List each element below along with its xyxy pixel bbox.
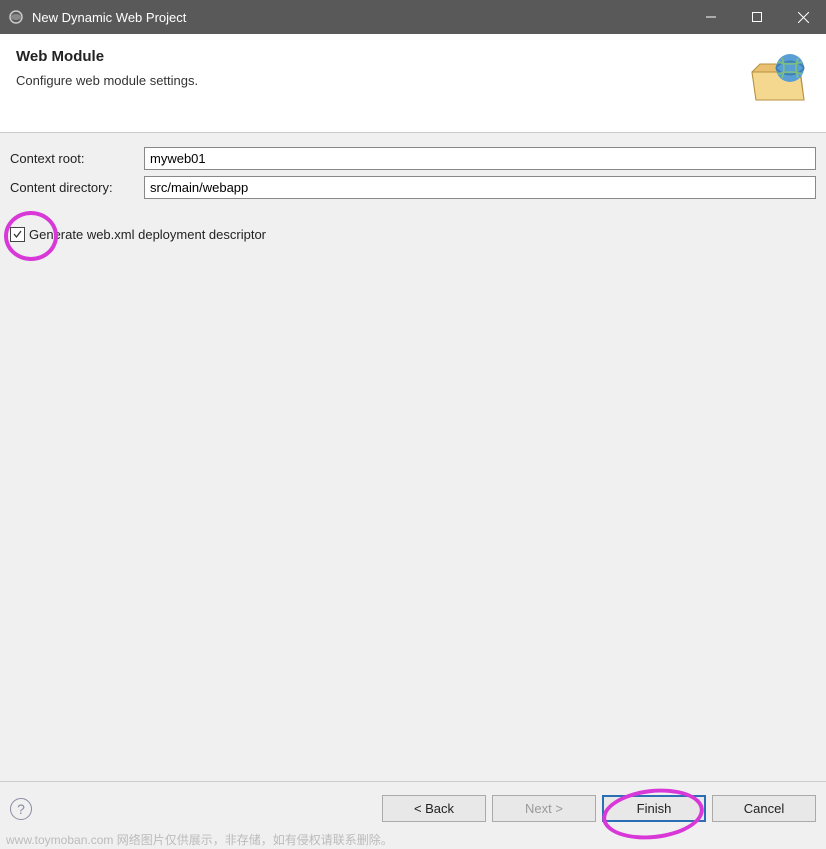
context-root-label: Context root: xyxy=(10,151,144,166)
back-button[interactable]: < Back xyxy=(382,795,486,822)
context-root-input[interactable] xyxy=(144,147,816,170)
window-title: New Dynamic Web Project xyxy=(32,10,688,25)
close-button[interactable] xyxy=(780,0,826,34)
watermark-text: www.toymoban.com 网络图片仅供展示，非存储，如有侵权请联系删除。 xyxy=(6,831,393,848)
titlebar: New Dynamic Web Project xyxy=(0,0,826,34)
finish-button[interactable]: Finish xyxy=(602,795,706,822)
generate-webxml-checkbox[interactable] xyxy=(10,227,25,242)
content-directory-input[interactable] xyxy=(144,176,816,199)
maximize-button[interactable] xyxy=(734,0,780,34)
content-directory-row: Content directory: xyxy=(10,176,816,199)
help-icon[interactable]: ? xyxy=(10,798,32,820)
header-text: Web Module Configure web module settings… xyxy=(16,48,198,88)
content-directory-label: Content directory: xyxy=(10,180,144,195)
generate-webxml-label: Generate web.xml deployment descriptor xyxy=(29,227,266,242)
context-root-row: Context root: xyxy=(10,147,816,170)
cancel-button[interactable]: Cancel xyxy=(712,795,816,822)
next-button: Next > xyxy=(492,795,596,822)
minimize-button[interactable] xyxy=(688,0,734,34)
page-description: Configure web module settings. xyxy=(16,73,198,88)
wizard-header: Web Module Configure web module settings… xyxy=(0,34,826,133)
web-folder-icon xyxy=(746,48,810,112)
page-title: Web Module xyxy=(16,48,198,65)
button-bar: ? < Back Next > Finish Cancel xyxy=(0,781,826,835)
window-controls xyxy=(688,0,826,34)
eclipse-icon xyxy=(8,9,24,25)
form-area: Context root: Content directory: Generat… xyxy=(0,133,826,256)
generate-webxml-row: Generate web.xml deployment descriptor xyxy=(10,227,816,242)
